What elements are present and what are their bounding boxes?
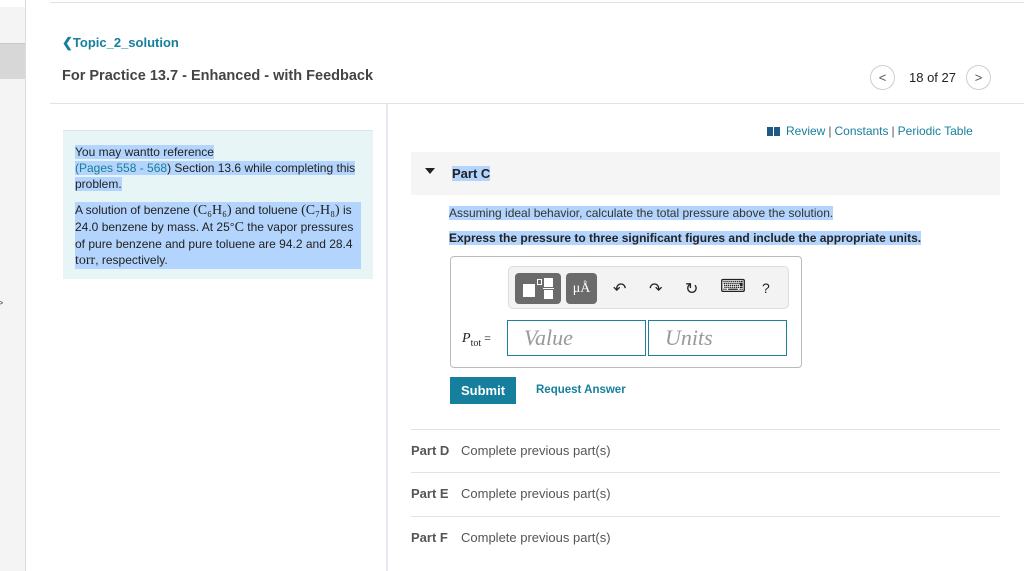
- resource-links: Review | Constants | Periodic Table: [767, 124, 973, 138]
- divider: [50, 103, 1024, 104]
- next-item-button[interactable]: >: [966, 65, 991, 90]
- part-status: Complete previous part(s): [461, 530, 611, 545]
- sidebar-top: [0, 0, 25, 7]
- variable-subscript: tot: [470, 337, 482, 349]
- pager: < 18 of 27 >: [870, 65, 991, 90]
- part-e-row[interactable]: Part E Complete previous part(s): [411, 472, 1000, 515]
- part-label: Part E: [411, 486, 449, 501]
- question-text: Assuming ideal behavior, calculate the t…: [449, 206, 834, 220]
- instruction-text: Express the pressure to three significan…: [449, 231, 922, 245]
- units-button[interactable]: μÅ: [566, 273, 597, 304]
- review-link[interactable]: Review: [786, 124, 825, 138]
- templates-button[interactable]: [515, 273, 561, 304]
- part-status: Complete previous part(s): [461, 443, 611, 458]
- request-answer-link[interactable]: Request Answer: [536, 384, 626, 396]
- submit-button[interactable]: Submit: [450, 377, 516, 404]
- redo-icon[interactable]: ↷: [649, 279, 662, 299]
- variable: P: [462, 331, 471, 346]
- chevron-left-icon: ❮: [62, 35, 73, 50]
- help-icon[interactable]: ?: [762, 280, 770, 296]
- pages-link[interactable]: (Pages 558 - 568: [75, 161, 167, 175]
- reference-box: You may wantto reference (Pages 558 - 56…: [63, 130, 373, 279]
- chevron-left-icon: <: [878, 70, 887, 85]
- value-input[interactable]: Value: [507, 320, 646, 356]
- part-label: Part D: [411, 443, 450, 458]
- page-title: For Practice 13.7 - Enhanced - with Feed…: [62, 68, 374, 84]
- breadcrumb-link[interactable]: ❮Topic_2_solution: [62, 35, 179, 51]
- previous-item-button[interactable]: <: [870, 65, 895, 90]
- chevron-right-icon[interactable]: >: [0, 295, 4, 310]
- constants-link[interactable]: Constants: [834, 124, 888, 138]
- column-divider: [386, 104, 388, 571]
- separator: |: [828, 124, 832, 138]
- pressure-unit: torr: [75, 253, 96, 268]
- part-status: Complete previous part(s): [461, 486, 611, 501]
- divider: [50, 2, 1024, 3]
- chevron-right-icon: >: [974, 70, 983, 85]
- keyboard-icon[interactable]: ⌨: [720, 276, 746, 297]
- sidebar-selected-item[interactable]: [0, 43, 25, 79]
- part-f-row[interactable]: Part F Complete previous part(s): [411, 516, 1000, 559]
- part-c-label: Part C: [452, 166, 491, 181]
- left-sidebar: >: [0, 0, 26, 571]
- pager-count: 18 of 27: [909, 70, 956, 85]
- main-content: ❮Topic_2_solution For Practice 13.7 - En…: [50, 0, 1024, 571]
- problem-text: A solution of benzene: [75, 203, 190, 217]
- problem-statement: A solution of benzene (C₆H₆) and toluene…: [75, 202, 361, 269]
- reset-icon[interactable]: ↻: [685, 279, 698, 299]
- collapse-triangle-icon[interactable]: [425, 168, 435, 174]
- problem-text: , respectively.: [95, 253, 168, 267]
- reference-intro: You may wantto reference: [75, 145, 214, 159]
- units-input[interactable]: Units: [648, 320, 787, 356]
- answer-box: μÅ ↶ ↷ ↻ ⌨ ? Ptot = Value Units: [450, 256, 802, 368]
- part-label: Part F: [411, 530, 448, 545]
- problem-text: and toluene: [235, 203, 298, 217]
- equals-sign: =: [484, 331, 491, 345]
- book-icon: [767, 126, 780, 136]
- temperature-unit: C: [234, 220, 244, 235]
- periodic-table-link[interactable]: Periodic Table: [898, 124, 973, 138]
- separator: |: [891, 124, 895, 138]
- toluene-formula: (C₇H₈): [301, 203, 340, 218]
- answer-label: Ptot =: [462, 331, 491, 349]
- part-d-row[interactable]: Part D Complete previous part(s): [411, 429, 1000, 472]
- benzene-formula: (C₆H₆): [193, 203, 232, 218]
- math-toolbar: μÅ ↶ ↷ ↻ ⌨ ?: [508, 266, 789, 309]
- part-c-header[interactable]: Part C: [411, 152, 1000, 195]
- undo-icon[interactable]: ↶: [613, 279, 626, 299]
